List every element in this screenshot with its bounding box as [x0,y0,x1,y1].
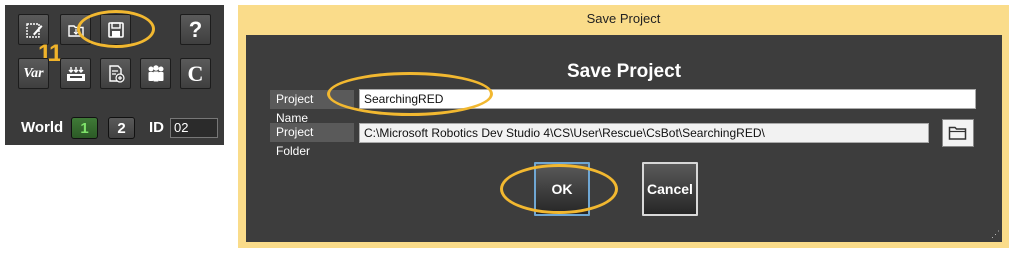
project-folder-label: Project Folder [270,123,354,158]
team-button[interactable] [140,58,171,89]
variables-icon: Var [23,65,44,81]
c-code-button[interactable]: C [180,58,211,89]
c-code-icon: C [187,60,204,86]
edit-icon [25,22,42,38]
help-icon: ? [188,16,203,42]
help-button[interactable]: ? [180,14,211,45]
tray-icon [66,66,85,81]
resize-grip-icon[interactable]: ⋰ [991,229,1000,240]
id-input[interactable]: 02 [170,118,218,138]
annotation-ellipse-save [77,10,155,48]
variables-button[interactable]: Var [18,58,49,89]
world-2-button[interactable]: 2 [108,117,135,139]
project-folder-input[interactable]: C:\Microsoft Robotics Dev Studio 4\CS\Us… [359,123,929,143]
annotation-ellipse-ok [500,164,618,214]
document-add-icon [108,64,125,83]
annotation-ellipse-project-name [327,72,493,116]
world-label: World [21,119,64,136]
tray-button[interactable] [60,58,91,89]
folder-icon [948,126,967,140]
dialog-title: Save Project [586,11,661,26]
new-document-button[interactable] [100,58,131,89]
people-icon [148,64,163,81]
dialog-body: Save Project Project Name SearchingRED P… [246,35,1002,242]
cancel-button[interactable]: Cancel [642,162,698,216]
id-label: ID [149,119,164,136]
save-project-dialog: Save Project Save Project Project Name S… [238,5,1009,248]
browse-folder-button[interactable] [942,119,974,147]
world-1-button[interactable]: 1 [71,117,98,139]
